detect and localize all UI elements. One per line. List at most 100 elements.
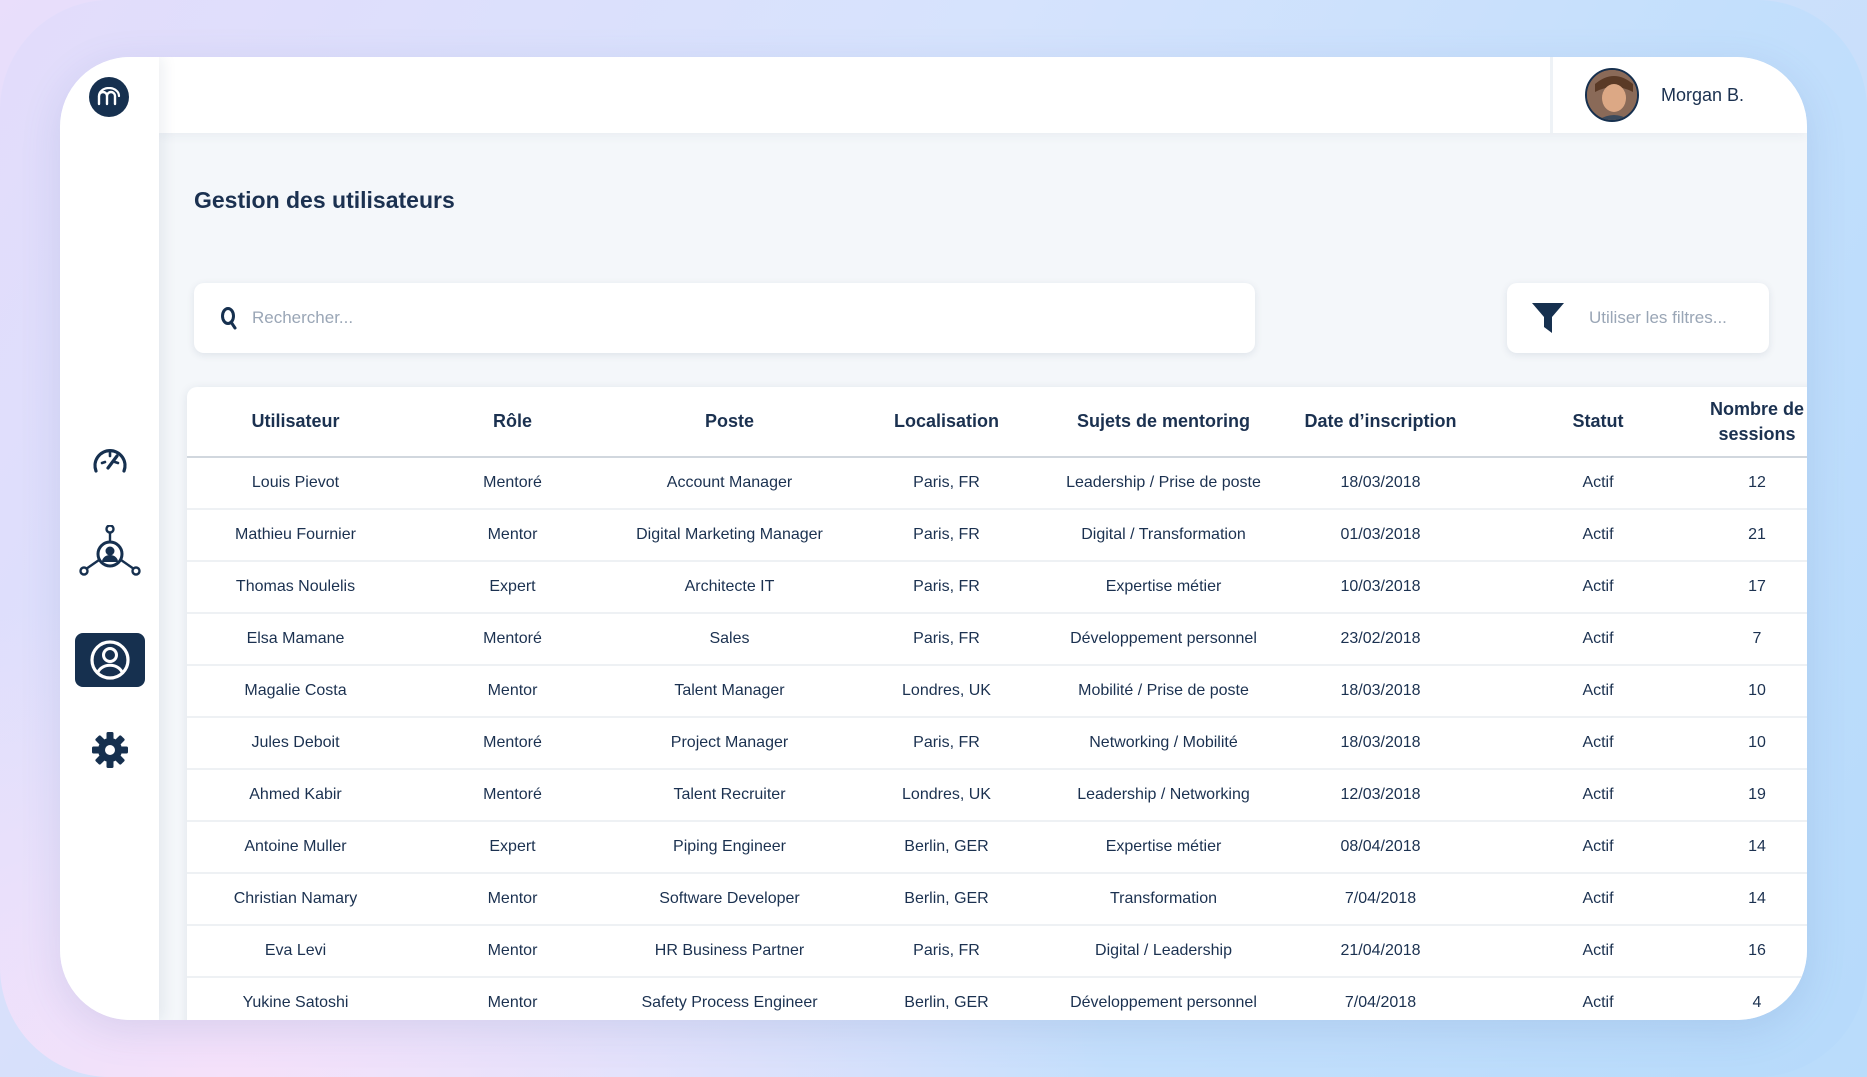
table-cell: Mentoré <box>404 613 621 666</box>
table-cell: Berlin, GER <box>838 821 1055 874</box>
table-cell: Leadership / Networking <box>1055 769 1272 822</box>
column-header[interactable]: Date d’inscription <box>1272 387 1489 458</box>
table-cell: Expertise métier <box>1055 821 1272 874</box>
table-cell: Digital / Leadership <box>1055 925 1272 978</box>
table-row[interactable]: Elsa Mamane Mentoré Sales Paris, FR Développ… <box>187 613 1807 666</box>
table-cell: Ahmed Kabir <box>187 769 404 822</box>
speedometer-icon <box>93 449 127 473</box>
table-row[interactable]: Louis Pievot Mentoré Account Manager Paris,… <box>187 457 1807 510</box>
table-cell: 10 <box>1707 665 1807 718</box>
table-row[interactable]: Jules Deboit Mentoré Project Manager Paris,… <box>187 717 1807 770</box>
table-cell: 16 <box>1707 925 1807 978</box>
table-cell: Antoine Muller <box>187 821 404 874</box>
table-row[interactable]: Thomas Noulelis Expert Architecte IT Paris,… <box>187 561 1807 614</box>
table-cell: Jules Deboit <box>187 717 404 770</box>
table-cell: 17 <box>1707 561 1807 614</box>
table-cell: Mentor <box>404 977 621 1020</box>
table-cell: Mentor <box>404 509 621 562</box>
table-cell: Talent Manager <box>621 665 838 718</box>
column-header[interactable]: Statut <box>1489 387 1707 458</box>
table-cell: Actif <box>1489 821 1707 874</box>
table-row[interactable]: Christian Namary Mentor Software Developer… <box>187 873 1807 926</box>
table-row[interactable]: Mathieu Fournier Mentor Digital Marketing … <box>187 509 1807 562</box>
table-cell: 18/03/2018 <box>1272 665 1489 718</box>
table-cell: 4 <box>1707 977 1807 1020</box>
filter-button[interactable]: Utiliser les filtres... <box>1507 283 1769 353</box>
table-cell: Berlin, GER <box>838 977 1055 1020</box>
table-cell: Londres, UK <box>838 665 1055 718</box>
user-menu[interactable]: Morgan B. <box>1550 57 1807 133</box>
table-cell: 7 <box>1707 613 1807 666</box>
table-cell: 19 <box>1707 769 1807 822</box>
table-row[interactable]: Magalie Costa Mentor Talent Manager Londres… <box>187 665 1807 718</box>
table-cell: Actif <box>1489 509 1707 562</box>
table-cell: Actif <box>1489 873 1707 926</box>
table-body: Louis Pievot Mentoré Account Manager Paris,… <box>187 457 1807 1020</box>
table-cell: Actif <box>1489 665 1707 718</box>
table-cell: Londres, UK <box>838 769 1055 822</box>
table-cell: Mathieu Fournier <box>187 509 404 562</box>
table-cell: Elsa Mamane <box>187 613 404 666</box>
user-name: Morgan B. <box>1661 84 1745 105</box>
users-table-card: Utilisateur Rôle Poste Localisation Sujets d… <box>187 387 1807 1020</box>
search-bar[interactable] <box>194 283 1255 353</box>
table-cell: Développement personnel <box>1055 977 1272 1020</box>
table-cell: Paris, FR <box>838 457 1055 510</box>
column-header[interactable]: Nombre de sessions <box>1707 387 1807 458</box>
table-cell: Transformation <box>1055 873 1272 926</box>
table-cell: 10 <box>1707 717 1807 770</box>
table-cell: Expert <box>404 821 621 874</box>
table-row[interactable]: Yukine Satoshi Mentor Safety Process Engin… <box>187 977 1807 1020</box>
table-cell: Expert <box>404 561 621 614</box>
table-cell: 10/03/2018 <box>1272 561 1489 614</box>
sidebar-item-users[interactable] <box>75 633 145 687</box>
table-cell: Safety Process Engineer <box>621 977 838 1020</box>
column-header[interactable]: Utilisateur <box>187 387 404 458</box>
page-title: Gestion des utilisateurs <box>194 187 455 213</box>
table-cell: 08/04/2018 <box>1272 821 1489 874</box>
table-cell: Sales <box>621 613 838 666</box>
table-cell: Digital Marketing Manager <box>621 509 838 562</box>
table-cell: Actif <box>1489 561 1707 614</box>
table-cell: Paris, FR <box>838 717 1055 770</box>
table-cell: 23/02/2018 <box>1272 613 1489 666</box>
table-cell: Louis Pievot <box>187 457 404 510</box>
topbar: Morgan B. <box>159 57 1807 133</box>
user-circle-icon <box>90 640 130 680</box>
sidebar-item-dashboard[interactable] <box>75 433 145 487</box>
table-row[interactable]: Antoine Muller Expert Piping Engineer Berli… <box>187 821 1807 874</box>
table-cell: Mentor <box>404 925 621 978</box>
table-header-row: Utilisateur Rôle Poste Localisation Sujets d… <box>187 387 1807 458</box>
sidebar-item-settings[interactable] <box>75 723 145 777</box>
table-cell: Eva Levi <box>187 925 404 978</box>
column-header[interactable]: Rôle <box>404 387 621 458</box>
column-header[interactable]: Poste <box>621 387 838 458</box>
table-cell: Thomas Noulelis <box>187 561 404 614</box>
table-cell: 01/03/2018 <box>1272 509 1489 562</box>
table-cell: 12 <box>1707 457 1807 510</box>
table-cell: Actif <box>1489 717 1707 770</box>
table-cell: Actif <box>1489 769 1707 822</box>
sidebar-item-network[interactable] <box>75 520 145 590</box>
sidebar <box>60 57 159 1020</box>
table-cell: Actif <box>1489 457 1707 510</box>
table-row[interactable]: Ahmed Kabir Mentoré Talent Recruiter Londre… <box>187 769 1807 822</box>
table-cell: Berlin, GER <box>838 873 1055 926</box>
table-cell: 7/04/2018 <box>1272 873 1489 926</box>
table-cell: 14 <box>1707 821 1807 874</box>
table-cell: Talent Recruiter <box>621 769 838 822</box>
table-cell: Mobilité / Prise de poste <box>1055 665 1272 718</box>
table-cell: Paris, FR <box>838 561 1055 614</box>
table-cell: Développement personnel <box>1055 613 1272 666</box>
table-row[interactable]: Eva Levi Mentor HR Business Partner Paris, … <box>187 925 1807 978</box>
logo-icon[interactable] <box>89 77 129 117</box>
table-cell: Actif <box>1489 977 1707 1020</box>
filter-label: Utiliser les filtres... <box>1589 308 1727 327</box>
avatar[interactable] <box>1585 68 1639 122</box>
column-header[interactable]: Sujets de mentoring <box>1055 387 1272 458</box>
network-icon <box>79 525 141 576</box>
search-input[interactable] <box>252 308 1152 328</box>
table-cell: Mentor <box>404 665 621 718</box>
filter-icon <box>1532 303 1564 333</box>
column-header[interactable]: Localisation <box>838 387 1055 458</box>
